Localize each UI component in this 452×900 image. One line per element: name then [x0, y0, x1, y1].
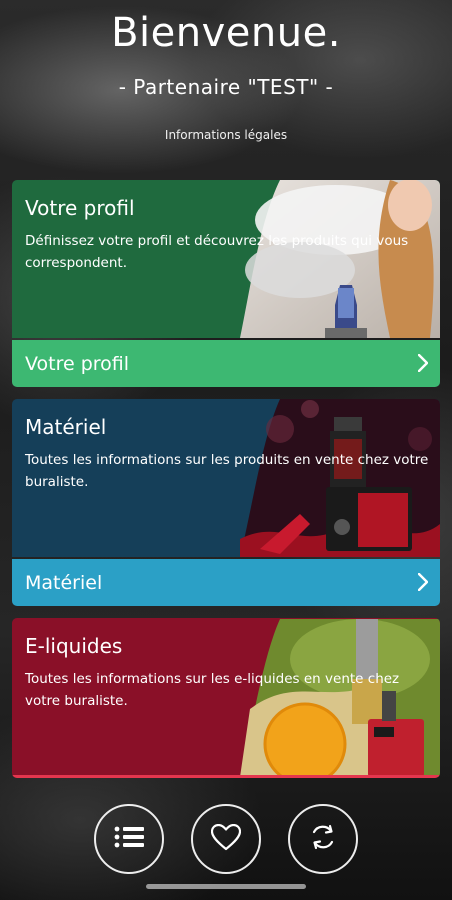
eliquids-card-description: Toutes les informations sur les e-liquid…	[25, 671, 400, 709]
eliquids-panel: E-liquides Toutes les informations sur l…	[12, 618, 440, 778]
eliquids-bar-edge	[12, 775, 440, 778]
eliquids-card[interactable]: E-liquides Toutes les informations sur l…	[12, 618, 440, 778]
refresh-icon	[309, 823, 337, 855]
hardware-card[interactable]: Matériel Toutes les informations sur les…	[12, 399, 440, 606]
profile-card-description: Définissez votre profil et découvrez les…	[25, 233, 409, 271]
profile-card[interactable]: Votre profil Définissez votre profil et …	[12, 180, 440, 387]
profile-button[interactable]: Votre profil	[12, 340, 440, 387]
hardware-button[interactable]: Matériel	[12, 559, 440, 606]
hardware-card-description: Toutes les informations sur les produits…	[25, 452, 429, 490]
home-indicator[interactable]	[146, 884, 306, 889]
favorites-button[interactable]	[191, 804, 261, 874]
list-button[interactable]	[94, 804, 164, 874]
bottom-dock	[0, 804, 452, 879]
chevron-right-icon	[406, 340, 440, 387]
refresh-button[interactable]	[288, 804, 358, 874]
chevron-right-icon	[406, 559, 440, 606]
eliquids-card-title: E-liquides	[25, 634, 123, 658]
partner-subtitle: - Partenaire "TEST" -	[118, 75, 334, 99]
list-icon	[114, 826, 144, 852]
profile-button-label: Votre profil	[25, 352, 130, 375]
hardware-button-label: Matériel	[25, 571, 103, 594]
page-title: Bienvenue.	[111, 10, 341, 56]
heart-icon	[210, 823, 242, 855]
hardware-panel: Matériel Toutes les informations sur les…	[12, 399, 440, 557]
hardware-card-title: Matériel	[25, 415, 107, 439]
profile-panel: Votre profil Définissez votre profil et …	[12, 180, 440, 338]
legal-info-link[interactable]: Informations légales	[0, 128, 452, 142]
profile-card-title: Votre profil	[25, 196, 135, 220]
